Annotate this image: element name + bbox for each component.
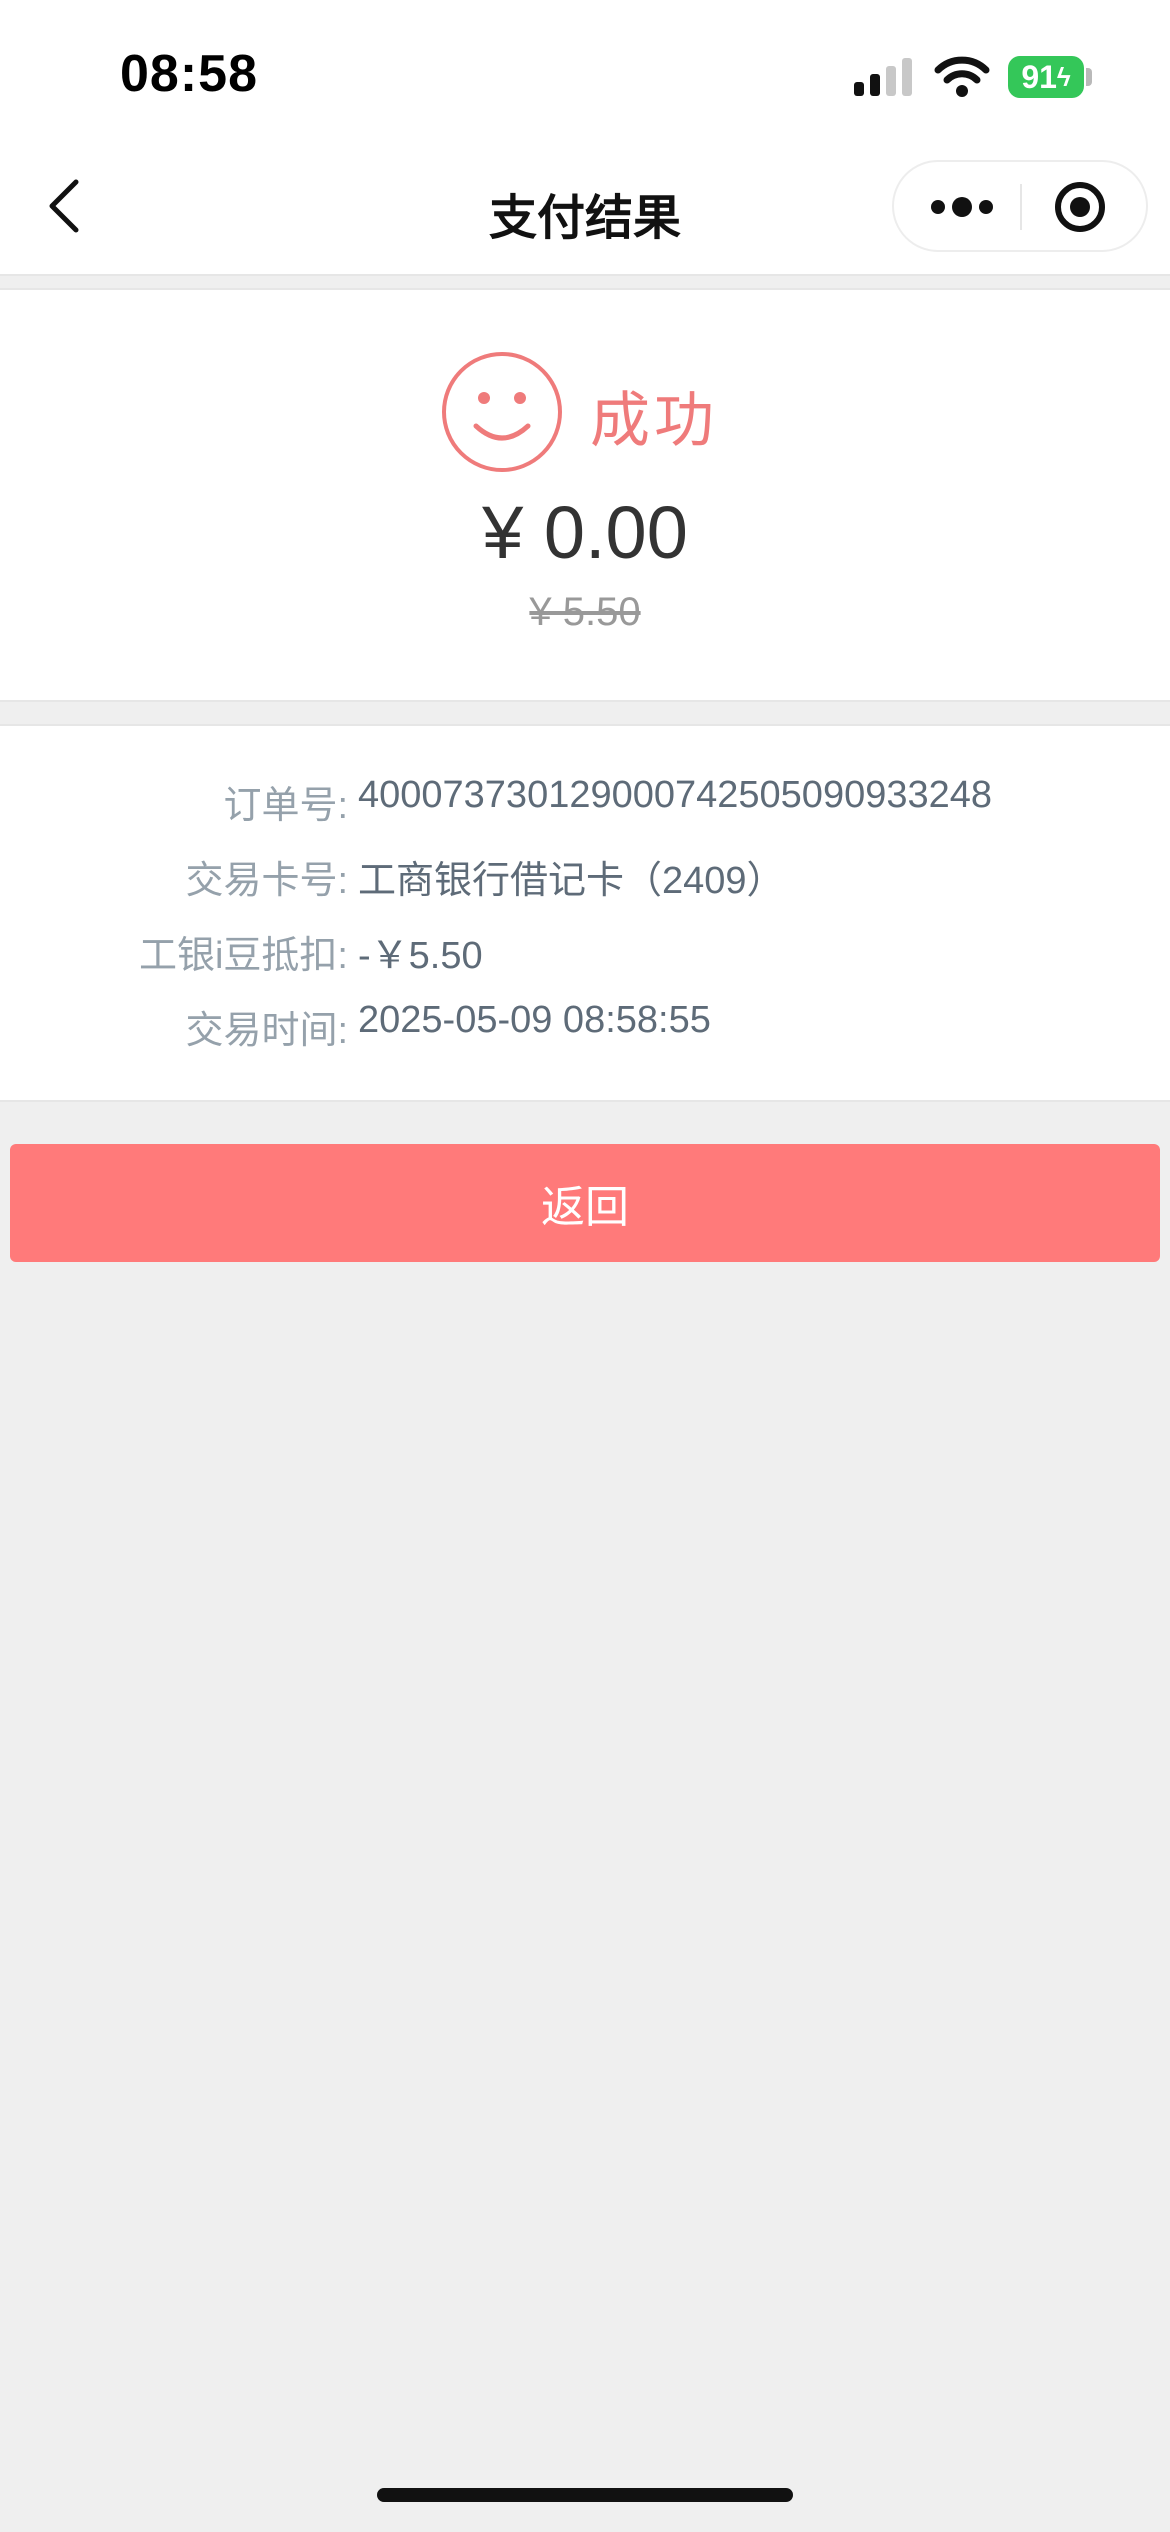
navigation-bar: 支付结果 xyxy=(0,140,1170,276)
battery-icon: 91 ϟ xyxy=(1008,56,1084,98)
detail-label: 订单号: xyxy=(223,785,348,827)
status-bar: 08:58 91 ϟ xyxy=(0,0,1170,140)
mini-program-capsule xyxy=(892,160,1148,252)
battery-level: 91 xyxy=(1021,58,1057,95)
status-time: 08:58 xyxy=(120,45,258,103)
more-dots-icon[interactable] xyxy=(914,182,1010,232)
detail-label: 工银i豆抵扣: xyxy=(138,935,348,977)
detail-value: 工商银行借记卡（2409） xyxy=(358,860,785,902)
detail-label: 交易卡号: xyxy=(185,860,348,902)
cellular-signal-icon xyxy=(854,58,912,96)
battery-cap xyxy=(1086,68,1092,86)
smile-face-icon xyxy=(442,352,562,472)
paid-amount: ¥ 0.00 xyxy=(482,491,688,574)
return-button[interactable]: 返回 xyxy=(10,1144,1160,1262)
detail-row-bean-deduction: 工银i豆抵扣: -￥5.50 xyxy=(0,924,1170,984)
target-circle-icon[interactable] xyxy=(1032,176,1132,238)
original-amount: ¥ 5.50 xyxy=(529,590,641,634)
detail-value: 2025-05-09 08:58:55 xyxy=(358,999,711,1041)
detail-row-transaction-time: 交易时间: 2025-05-09 08:58:55 xyxy=(0,999,1170,1059)
detail-label: 交易时间: xyxy=(185,1010,348,1052)
detail-value: -￥5.50 xyxy=(358,935,483,977)
detail-row-card-number: 交易卡号: 工商银行借记卡（2409） xyxy=(0,849,1170,909)
transaction-details: 订单号: 400073730129000742505090933248 交易卡号… xyxy=(0,724,1170,1102)
detail-value: 400073730129000742505090933248 xyxy=(358,774,993,816)
detail-row-order-number: 订单号: 400073730129000742505090933248 xyxy=(0,774,1170,834)
payment-result-card: 成功 ¥ 0.00 ¥ 5.50 xyxy=(0,288,1170,702)
capsule-divider xyxy=(1020,184,1022,230)
wifi-icon xyxy=(934,56,990,97)
home-indicator[interactable] xyxy=(377,2488,793,2502)
result-status-text: 成功 xyxy=(590,387,718,454)
